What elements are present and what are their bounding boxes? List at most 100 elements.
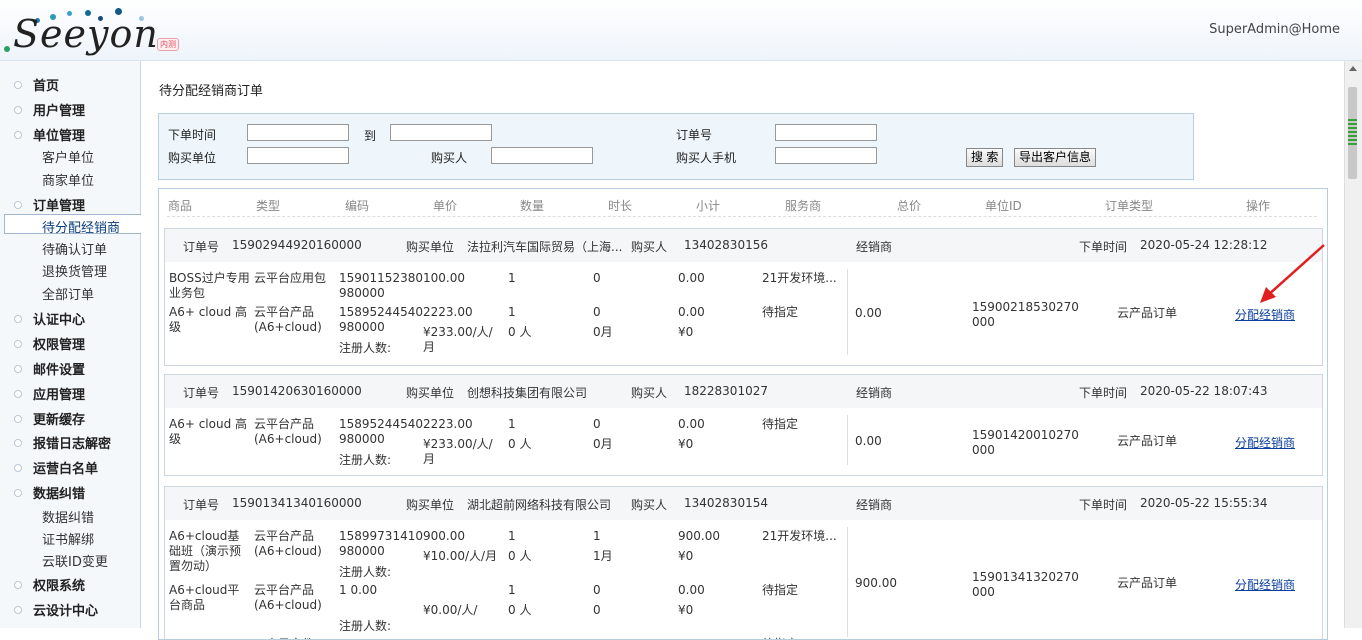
order-time: 2020-05-22 18:07:43 bbox=[1140, 384, 1268, 398]
sidebar-item[interactable]: 退换货管理 bbox=[0, 261, 140, 280]
sidebar-item-label: 退换货管理 bbox=[42, 265, 108, 280]
buyer-unit: 湖北超前网络科技有限公司 bbox=[467, 498, 612, 512]
sidebar: 首页用户管理单位管理客户单位商家单位订单管理待分配经销商待确认订单退换货管理全部… bbox=[0, 61, 141, 628]
sidebar-item[interactable]: 认证中心 bbox=[0, 309, 140, 328]
item-type: 云平台产品(A6+cloud) bbox=[254, 305, 322, 334]
sidebar-item[interactable]: 订单管理 bbox=[0, 195, 140, 214]
scroll-up-arrow-icon[interactable] bbox=[1349, 66, 1357, 71]
buyer-unit-label: 购买单位 bbox=[406, 240, 455, 254]
sidebar-item[interactable]: 客户单位 bbox=[0, 147, 140, 166]
sidebar-item[interactable]: 用户管理 bbox=[0, 100, 140, 119]
order-no-input[interactable] bbox=[775, 124, 877, 141]
bullet-icon bbox=[14, 415, 22, 423]
bullet-icon bbox=[14, 340, 22, 348]
buyer-unit-input[interactable] bbox=[247, 147, 349, 164]
sidebar-item-label: 云联ID变更 bbox=[42, 555, 108, 570]
bullet-icon bbox=[14, 365, 22, 373]
order-time-start-input[interactable] bbox=[247, 124, 349, 141]
buyer-phone-input[interactable] bbox=[775, 147, 877, 164]
sidebar-item-label: 待分配经销商 bbox=[42, 221, 121, 236]
order-time-label: 下单时间 bbox=[1079, 386, 1128, 400]
item-duration-month: 1月 bbox=[593, 549, 613, 563]
order-time-end-input[interactable] bbox=[390, 124, 492, 141]
sidebar-item[interactable]: 数据纠错 bbox=[0, 507, 140, 526]
column-header: 服务商 bbox=[785, 199, 822, 213]
item-qty-users: 0 人 bbox=[508, 549, 532, 563]
sidebar-item[interactable]: 权限管理 bbox=[0, 334, 140, 353]
sidebar-item[interactable]: 报错日志解密 bbox=[0, 433, 140, 452]
item-subtotal: 0.00 bbox=[678, 271, 705, 285]
buyer-label: 购买人 bbox=[631, 498, 668, 512]
item-qty-users: 0 人 bbox=[508, 437, 532, 451]
sidebar-item[interactable]: 邮件设置 bbox=[0, 359, 140, 378]
seeyon-logo[interactable]: Seeyon 内测 bbox=[4, 6, 185, 56]
item-duration: 0 bbox=[593, 583, 601, 597]
order-no: 15901420630160000 bbox=[232, 384, 362, 398]
search-button[interactable]: 搜 索 bbox=[966, 148, 1004, 167]
sidebar-item-label: 权限管理 bbox=[33, 338, 86, 353]
main-content: 待分配经销商订单 下单时间 到 订单号 购买单位 购买人 购买人手机 搜 索 导… bbox=[141, 61, 1345, 640]
item-provider: 待指定 bbox=[762, 305, 799, 319]
sidebar-item[interactable]: 商家单位 bbox=[0, 170, 140, 189]
sidebar-item[interactable]: 全部订单 bbox=[0, 284, 140, 303]
item-type: 云平台产品(A6+cloud) bbox=[254, 583, 322, 612]
export-customer-info-button[interactable]: 导出客户信息 bbox=[1014, 148, 1097, 167]
buyer-phone-label: 购买人手机 bbox=[676, 151, 737, 165]
unit-id: 15901420010270000 bbox=[972, 428, 1079, 457]
item-subtotal: 0.00 bbox=[678, 417, 705, 431]
column-header: 订单类型 bbox=[1105, 199, 1154, 213]
sidebar-item[interactable]: 权限系统 bbox=[0, 575, 140, 594]
sidebar-item-label: 权限系统 bbox=[33, 579, 86, 594]
bullet-icon bbox=[14, 201, 22, 209]
sidebar-item[interactable]: 运营白名单 bbox=[0, 458, 140, 477]
dealer-label: 经销商 bbox=[856, 240, 893, 254]
sidebar-item[interactable]: 数据纠错 bbox=[0, 483, 140, 502]
sidebar-item-label: 数据纠错 bbox=[42, 511, 95, 526]
assign-dealer-link[interactable]: 分配经销商 bbox=[1235, 576, 1295, 593]
item-name: BOSS过户专用业务包 bbox=[169, 271, 250, 300]
item-provider: 待指定 bbox=[762, 583, 799, 597]
item-name: A6+cloud基础班（演示预置勿动） bbox=[169, 529, 242, 573]
sidebar-item[interactable]: 云联ID变更 bbox=[0, 551, 140, 570]
sidebar-item[interactable]: 首页 bbox=[0, 75, 140, 94]
column-divider bbox=[847, 269, 848, 355]
logo-badge: 内测 bbox=[157, 38, 179, 51]
buyer-input[interactable] bbox=[491, 147, 593, 164]
sidebar-item[interactable]: 单位管理 bbox=[0, 125, 140, 144]
user-account[interactable]: SuperAdmin@Home bbox=[1209, 22, 1340, 37]
item-subtotal: 900.00 bbox=[678, 529, 720, 543]
item-provider: 待指定 bbox=[762, 417, 799, 431]
sidebar-item[interactable]: 证书解绑 bbox=[0, 529, 140, 548]
order-no: 15901341340160000 bbox=[232, 496, 362, 510]
sidebar-item-label: 运营白名单 bbox=[33, 462, 99, 477]
app-header: Seeyon 内测 SuperAdmin@Home bbox=[0, 0, 1362, 61]
item-duration: 0 bbox=[593, 305, 601, 319]
column-header: 时长 bbox=[608, 199, 633, 213]
item-subtotal: 0.00 bbox=[678, 305, 705, 319]
buyer-label: 购买人 bbox=[631, 240, 668, 254]
buyer-unit: 法拉利汽车国际贸易（上海... bbox=[467, 240, 623, 254]
column-header: 小计 bbox=[696, 199, 721, 213]
sidebar-item[interactable]: 云设计中心 bbox=[0, 600, 140, 619]
sidebar-item-label: 客户单位 bbox=[42, 151, 95, 166]
sidebar-item-label: 认证中心 bbox=[33, 313, 86, 328]
page-scrollbar[interactable] bbox=[1344, 61, 1362, 628]
sidebar-item-label: 数据纠错 bbox=[33, 487, 86, 502]
sidebar-item[interactable]: 待分配经销商 bbox=[4, 214, 141, 236]
sidebar-item[interactable]: 待确认订单 bbox=[0, 239, 140, 258]
order-time-label: 下单时间 bbox=[1079, 240, 1128, 254]
order-time: 2020-05-22 15:55:34 bbox=[1140, 496, 1268, 510]
sidebar-item[interactable]: 更新缓存 bbox=[0, 409, 140, 428]
sidebar-item-label: 应用管理 bbox=[33, 388, 86, 403]
sidebar-item-label: 证书解绑 bbox=[42, 533, 95, 548]
sidebar-item[interactable]: 应用管理 bbox=[0, 384, 140, 403]
item-qty: 1 bbox=[508, 417, 516, 431]
item-qty: 1 bbox=[508, 529, 516, 543]
item-qty: 1 bbox=[508, 271, 516, 285]
order-type: 云产品订单 bbox=[1117, 576, 1178, 590]
buyer: 13402830156 bbox=[684, 238, 768, 252]
item-unit-price: ¥233.00/人/月 bbox=[423, 437, 493, 466]
bullet-icon bbox=[14, 315, 22, 323]
order-no: 15902944920160000 bbox=[232, 238, 362, 252]
assign-dealer-link[interactable]: 分配经销商 bbox=[1235, 434, 1295, 451]
